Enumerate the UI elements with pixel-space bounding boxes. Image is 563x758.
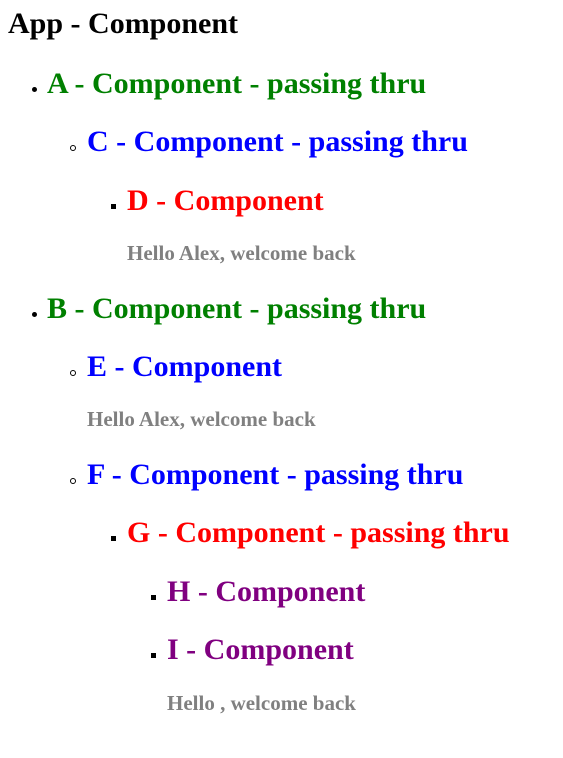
bullet-disc-icon xyxy=(32,312,37,317)
bullet-disc-icon xyxy=(32,87,37,92)
app-component-title: App - Component xyxy=(8,7,239,40)
component-e-heading: E - Component xyxy=(87,350,283,383)
component-i-message: Hello , welcome back xyxy=(167,691,356,715)
component-d-message: Hello Alex, welcome back xyxy=(127,241,356,265)
bullet-circle-icon xyxy=(70,145,76,151)
component-h-heading: H - Component xyxy=(167,575,366,608)
component-c-heading: C - Component - passing thru xyxy=(87,125,468,158)
component-i-heading: I - Component xyxy=(167,633,354,666)
bullet-square-icon xyxy=(111,204,116,209)
bullet-circle-icon xyxy=(70,370,76,376)
component-e-message: Hello Alex, welcome back xyxy=(87,407,316,431)
component-b-heading: B - Component - passing thru xyxy=(47,292,427,325)
component-d-heading: D - Component xyxy=(127,184,324,217)
component-g-heading: G - Component - passing thru xyxy=(127,516,510,549)
component-f-heading: F - Component - passing thru xyxy=(87,458,464,491)
bullet-square-icon xyxy=(151,595,156,600)
bullet-square-icon xyxy=(111,536,116,541)
component-a-heading: A - Component - passing thru xyxy=(47,67,427,100)
bullet-square-icon xyxy=(151,653,156,658)
bullet-circle-icon xyxy=(70,478,76,484)
